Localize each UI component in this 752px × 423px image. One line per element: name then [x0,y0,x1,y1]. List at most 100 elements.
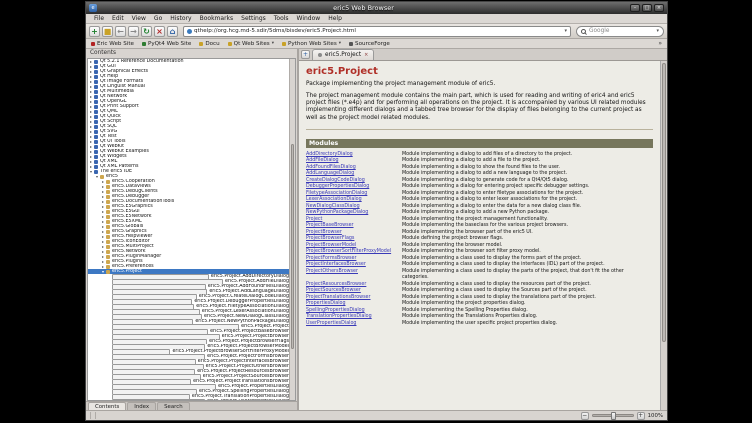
menu-file[interactable]: File [90,15,108,22]
module-link-projecttranslationsbrowser[interactable]: ProjectTranslationsBrowser [306,295,371,300]
expander-open-icon[interactable]: ▾ [89,169,93,174]
help-sidebar: Contents ▸Qt 5.2.1 Reference Documentati… [86,49,299,410]
tab-close-icon[interactable]: × [364,52,368,58]
menu-window[interactable]: Window [293,15,325,22]
module-link-projectformsbrowser[interactable]: ProjectFormsBrowser [306,256,356,261]
status-bar: − + 100% [86,410,667,420]
book-icon [94,140,98,144]
zoom-slider-handle[interactable] [611,412,616,420]
stop-icon[interactable]: × [154,26,165,37]
new-tab-icon[interactable]: + [89,26,100,37]
bookmark-pyqt4-web-site[interactable]: PyQt4 Web Site [142,41,191,47]
close-button[interactable]: × [654,4,664,12]
menu-history[interactable]: History [166,15,195,22]
module-link-projectbrowsersortfilterproxymodel[interactable]: ProjectBrowserSortFilterProxyModel [306,249,391,254]
module-name-cell: UserPropertiesDialog [306,321,402,328]
module-link-projectresourcesbrowser[interactable]: ProjectResourcesBrowser [306,282,366,287]
page-scrollbar[interactable] [660,61,667,410]
tree-scrollbar-thumb[interactable] [291,144,294,349]
titlebar[interactable]: e eric5 Web Browser – □ × [86,2,667,14]
module-link-newpythonpackagedialog[interactable]: NewPythonPackageDialog [306,210,368,215]
bookmark-eric-web-site[interactable]: Eric Web Site [91,41,134,47]
module-link-userpropertiesdialog[interactable]: UserPropertiesDialog [306,321,356,326]
url-dropdown-icon[interactable]: ▾ [564,28,567,34]
module-link-projectinterfacesbrowser[interactable]: ProjectInterfacesBrowser [306,262,366,267]
zoom-out-button[interactable]: − [581,412,589,420]
module-link-projectsourcesbrowser[interactable]: ProjectSourcesBrowser [306,288,361,293]
menu-edit[interactable]: Edit [108,15,128,22]
web-search-input[interactable]: Google ▾ [576,26,664,37]
module-link-projectbasebrowser[interactable]: ProjectBaseBrowser [306,223,354,228]
menu-help[interactable]: Help [324,15,346,22]
forward-icon[interactable]: → [128,26,139,37]
module-link-projectbrowser[interactable]: ProjectBrowser [306,230,342,235]
chevron-down-icon: ▾ [272,41,274,46]
module-name-cell: ProjectOthersBrowser [306,269,402,282]
folder-icon [106,200,110,204]
statusbar-separator [95,412,96,419]
module-description-cell: Module implementing a class used to disp… [402,269,653,282]
sidebar-tab-contents[interactable]: Contents [88,402,126,410]
book-icon [94,155,98,159]
bookmarks-overflow-icon[interactable]: » [658,40,662,47]
search-dropdown-icon[interactable]: ▾ [656,28,659,34]
open-file-icon[interactable]: ■ [102,26,113,37]
menu-go[interactable]: Go [150,15,166,22]
module-link-createdialogcodedialog[interactable]: CreateDialogCodeDialog [306,178,365,183]
modules-table-body: AddDirectoryDialog Module implementing a … [306,152,653,328]
maximize-button[interactable]: □ [642,4,652,12]
bookmark-docu[interactable]: Docu [199,41,219,47]
folder-icon [106,245,110,249]
bookmark-label: Docu [205,41,219,47]
search-engine-label[interactable]: Google [589,28,653,34]
module-link-filetypeassociationdialog[interactable]: FiletypeAssociationDialog [306,191,367,196]
module-link-addfiledialog[interactable]: AddFileDialog [306,158,339,163]
back-icon[interactable]: ← [115,26,126,37]
bookmark-sourceforge[interactable]: SourceForge [349,41,390,47]
module-link-newdialogclassdialog[interactable]: NewDialogClassDialog [306,204,360,209]
bookmark-qt-web-sites[interactable]: Qt Web Sites▾ [228,41,274,47]
minimize-button[interactable]: – [630,4,640,12]
menu-tools[interactable]: Tools [270,15,293,22]
tab-eric5-project[interactable]: eric5.Project × [312,49,374,60]
menu-view[interactable]: View [128,15,150,22]
reload-icon[interactable]: ↻ [141,26,152,37]
zoom-level-label: 100% [648,413,663,419]
home-icon[interactable]: ⌂ [167,26,178,37]
book-icon [94,130,98,134]
sidebar-tab-search[interactable]: Search [157,402,190,410]
expander-open-icon[interactable]: ▾ [101,269,105,274]
menu-bookmarks[interactable]: Bookmarks [196,15,238,22]
bookmark-label: PyQt4 Web Site [148,41,191,47]
module-link-adddirectorydialog[interactable]: AddDirectoryDialog [306,152,353,157]
menu-settings[interactable]: Settings [237,15,270,22]
zoom-in-button[interactable]: + [637,412,645,420]
bookmark-label: SourceForge [355,41,390,47]
tree-item-eric5-project-userpropertiesdialog[interactable]: eric5.Project.UserPropertiesDialog [88,399,289,400]
sidebar-tab-index[interactable]: Index [127,402,156,410]
module-link-project[interactable]: Project [306,217,322,222]
bookmark-python-web-sites[interactable]: Python Web Sites▾ [282,41,341,47]
module-row: UserPropertiesDialogModule implementing … [306,321,653,328]
url-text[interactable]: qthelp://org.hcg.md-5.sdir/5dms/bisdev/e… [194,28,562,34]
page-scrollbar-thumb[interactable] [662,63,666,342]
module-link-spellingpropertiesdialog[interactable]: SpellingPropertiesDialog [306,308,365,313]
expander-open-icon[interactable]: ▾ [95,174,99,179]
tab-bar: + eric5.Project × [299,49,667,61]
module-link-debuggerpropertiesdialog[interactable]: DebuggerPropertiesDialog [306,184,369,189]
modules-section-header: Modules [306,139,653,148]
zoom-slider[interactable] [592,414,634,417]
new-tab-button[interactable]: + [301,50,310,59]
folder-icon [106,195,110,199]
module-link-lexerassociationdialog[interactable]: LexerAssociationDialog [306,197,362,202]
module-link-projectbrowsermodel[interactable]: ProjectBrowserModel [306,243,356,248]
url-bar[interactable]: qthelp://org.hcg.md-5.sdir/5dms/bisdev/e… [183,26,571,37]
module-link-projectbrowserflags[interactable]: ProjectBrowserFlags [306,236,354,241]
module-link-translationpropertiesdialog[interactable]: TranslationPropertiesDialog [306,314,372,319]
tree-scrollbar[interactable] [289,59,295,400]
module-link-projectothersbrowser[interactable]: ProjectOthersBrowser [306,269,358,274]
contents-tree[interactable]: ▸Qt 5.2.1 Reference Documentation▸Qt GUI… [87,58,296,401]
module-link-addfoundfilesdialog[interactable]: AddFoundFilesDialog [306,165,356,170]
module-link-propertiesdialog[interactable]: PropertiesDialog [306,301,346,306]
module-link-addlanguagedialog[interactable]: AddLanguageDialog [306,171,354,176]
